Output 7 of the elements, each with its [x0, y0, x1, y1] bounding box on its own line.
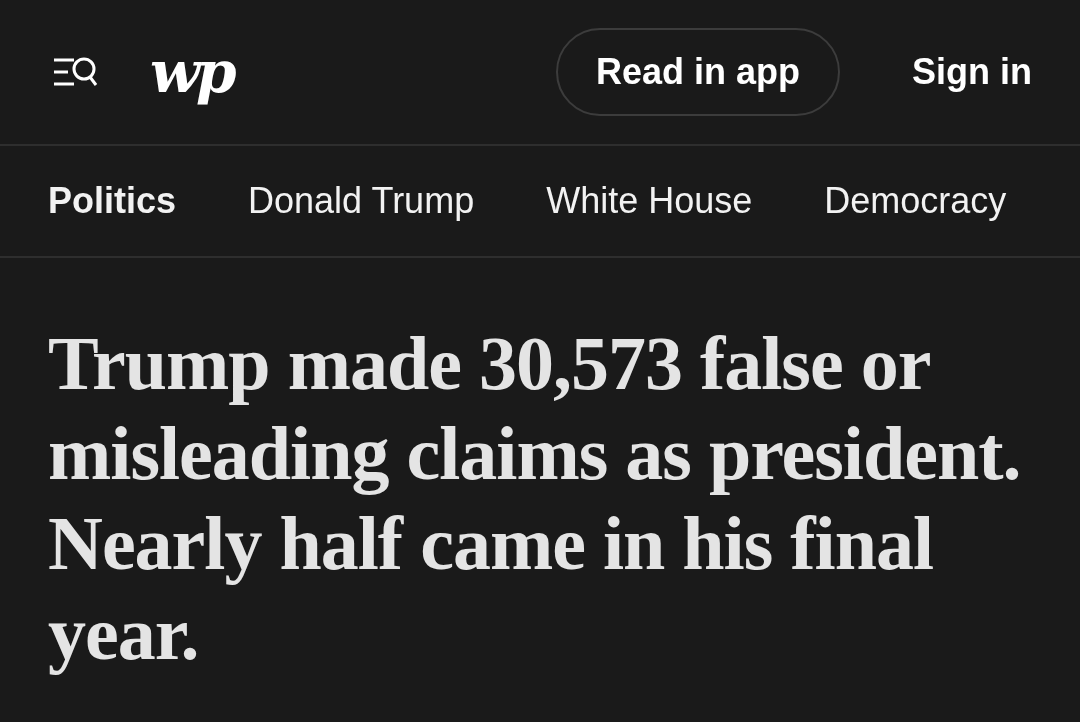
sign-in-button[interactable]: Sign in	[912, 51, 1032, 93]
headline: Trump made 30,573 false or misleading claims as president. Nearly half came in his final year.	[48, 320, 1022, 677]
nav-link[interactable]: Donald Trump	[248, 180, 475, 222]
read-in-app-button[interactable]: Read in app	[555, 28, 840, 116]
nav-link[interactable]: Democracy	[824, 180, 1007, 222]
nav-link[interactable]: White House	[546, 180, 753, 222]
nav-link[interactable]: Politics	[48, 180, 177, 222]
